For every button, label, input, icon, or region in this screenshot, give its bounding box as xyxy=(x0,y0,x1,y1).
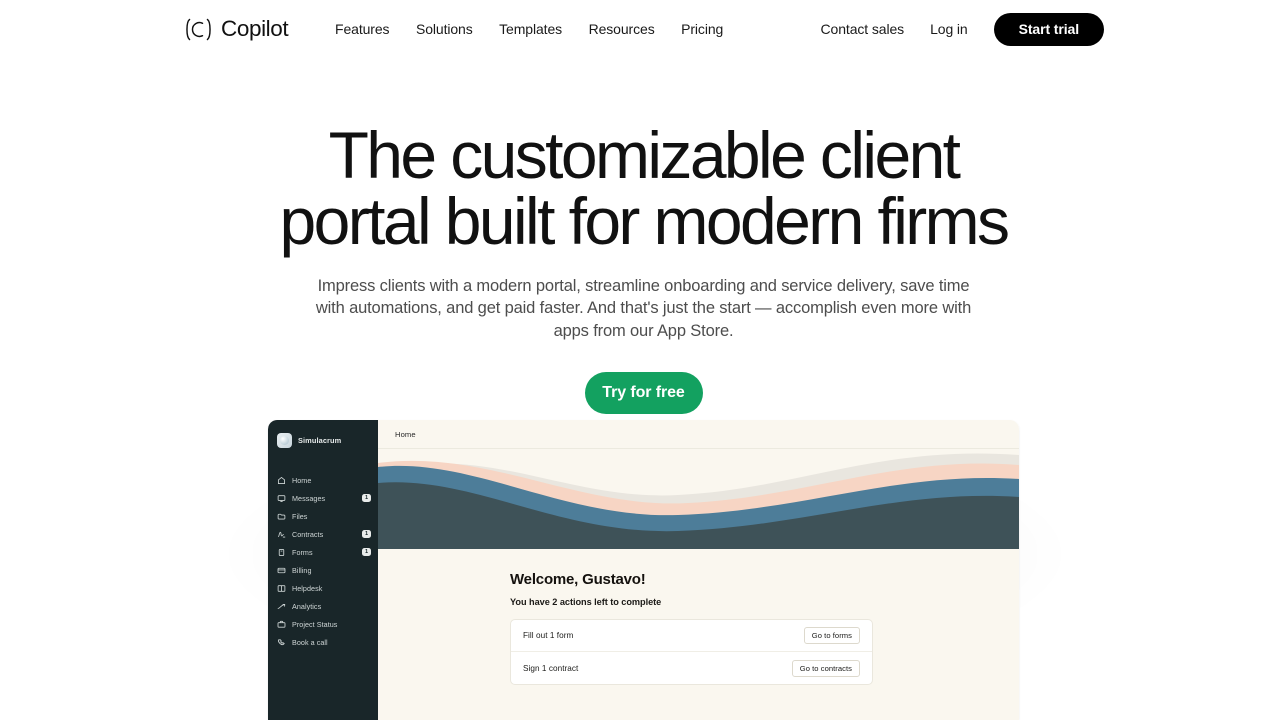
nav-link-templates[interactable]: Templates xyxy=(499,21,562,37)
app-topbar: Home xyxy=(378,420,1019,449)
sidebar-item-label: Helpdesk xyxy=(292,583,323,593)
wave-banner xyxy=(378,449,1019,549)
go-to-contracts-button[interactable]: Go to contracts xyxy=(791,659,860,677)
actions-card: Fill out 1 form Go to forms Sign 1 contr… xyxy=(510,619,873,685)
sidebar-item-analytics[interactable]: Analytics xyxy=(268,597,378,615)
sidebar-item-contracts[interactable]: Contracts 1 xyxy=(268,525,378,543)
clipboard-icon xyxy=(277,548,286,557)
hero-section: The customizable client portal built for… xyxy=(0,58,1287,415)
brand-name: Copilot xyxy=(221,16,289,42)
action-label: Fill out 1 form xyxy=(523,631,574,640)
nav-link-resources[interactable]: Resources xyxy=(589,21,655,37)
sidebar-item-project-status[interactable]: Project Status xyxy=(268,615,378,633)
nav-link-solutions[interactable]: Solutions xyxy=(416,21,473,37)
go-to-forms-button[interactable]: Go to forms xyxy=(803,627,860,644)
sidebar-item-label: Billing xyxy=(292,565,312,575)
top-navigation-bar: Copilot Features Solutions Templates Res… xyxy=(0,0,1287,58)
sidebar-item-label: Analytics xyxy=(292,601,322,611)
copilot-c-mark-icon xyxy=(183,14,214,45)
status-badge: 1 xyxy=(362,548,371,556)
list-item: Sign 1 contract Go to contracts xyxy=(511,652,872,684)
sidebar-item-label: Home xyxy=(292,475,312,485)
nav-link-contact-sales[interactable]: Contact sales xyxy=(821,21,905,37)
nav-link-pricing[interactable]: Pricing xyxy=(681,21,723,37)
sidebar-item-label: Book a call xyxy=(292,637,328,647)
workspace-avatar-icon xyxy=(277,433,292,448)
list-item: Fill out 1 form Go to forms xyxy=(511,620,872,652)
primary-nav-links: Features Solutions Templates Resources P… xyxy=(335,0,723,58)
sidebar-item-book-a-call[interactable]: Book a call xyxy=(268,633,378,651)
sidebar-item-files[interactable]: Files xyxy=(268,507,378,525)
app-sidebar-nav: Home Messages 1 Files Contracts 1 Forms … xyxy=(268,471,378,651)
welcome-subheading: You have 2 actions left to complete xyxy=(510,597,662,607)
chat-bubble-icon xyxy=(277,494,286,503)
phone-icon xyxy=(277,638,286,647)
sidebar-item-label: Forms xyxy=(292,547,313,557)
page-title: The customizable client portal built for… xyxy=(0,122,1287,254)
sidebar-item-label: Contracts xyxy=(292,529,324,539)
nav-link-log-in[interactable]: Log in xyxy=(930,21,968,37)
signature-icon xyxy=(277,530,286,539)
page-title-line-1: The customizable client xyxy=(328,118,961,192)
sidebar-item-helpdesk[interactable]: Helpdesk xyxy=(268,579,378,597)
credit-card-icon xyxy=(277,566,286,575)
action-label: Sign 1 contract xyxy=(523,663,579,673)
sidebar-item-label: Project Status xyxy=(292,619,338,629)
product-screenshot-mockup: Simulacrum Home Messages 1 Files Contrac… xyxy=(268,420,1019,720)
sidebar-item-messages[interactable]: Messages 1 xyxy=(268,489,378,507)
welcome-heading: Welcome, Gustavo! xyxy=(510,571,646,588)
breadcrumb[interactable]: Home xyxy=(395,430,416,439)
start-trial-button[interactable]: Start trial xyxy=(993,12,1104,46)
hero-subtitle: Impress clients with a modern portal, st… xyxy=(315,277,972,340)
nav-link-features[interactable]: Features xyxy=(335,21,390,37)
brand-logo[interactable]: Copilot xyxy=(183,14,289,45)
app-content-body: Welcome, Gustavo! You have 2 actions lef… xyxy=(378,549,1019,685)
workspace-name: Simulacrum xyxy=(298,436,342,445)
status-badge: 1 xyxy=(362,530,371,538)
sidebar-item-home[interactable]: Home xyxy=(268,471,378,489)
sidebar-item-forms[interactable]: Forms 1 xyxy=(268,543,378,561)
folder-icon xyxy=(277,512,286,521)
secondary-nav-links: Contact sales Log in Start trial xyxy=(821,0,1104,58)
sidebar-item-billing[interactable]: Billing xyxy=(268,561,378,579)
page-title-line-2: portal built for modern firms xyxy=(279,184,1010,258)
briefcase-icon xyxy=(277,620,286,629)
home-icon xyxy=(277,476,286,485)
sidebar-item-label: Files xyxy=(292,511,308,521)
status-badge: 1 xyxy=(362,494,371,502)
app-sidebar: Simulacrum Home Messages 1 Files Contrac… xyxy=(268,420,378,720)
sidebar-item-label: Messages xyxy=(292,493,326,503)
book-icon xyxy=(277,584,286,593)
workspace-switcher[interactable]: Simulacrum xyxy=(268,429,378,452)
trend-line-icon xyxy=(277,602,286,611)
app-main-panel: Home Welcome, Gustavo! You have 2 action… xyxy=(378,420,1019,720)
